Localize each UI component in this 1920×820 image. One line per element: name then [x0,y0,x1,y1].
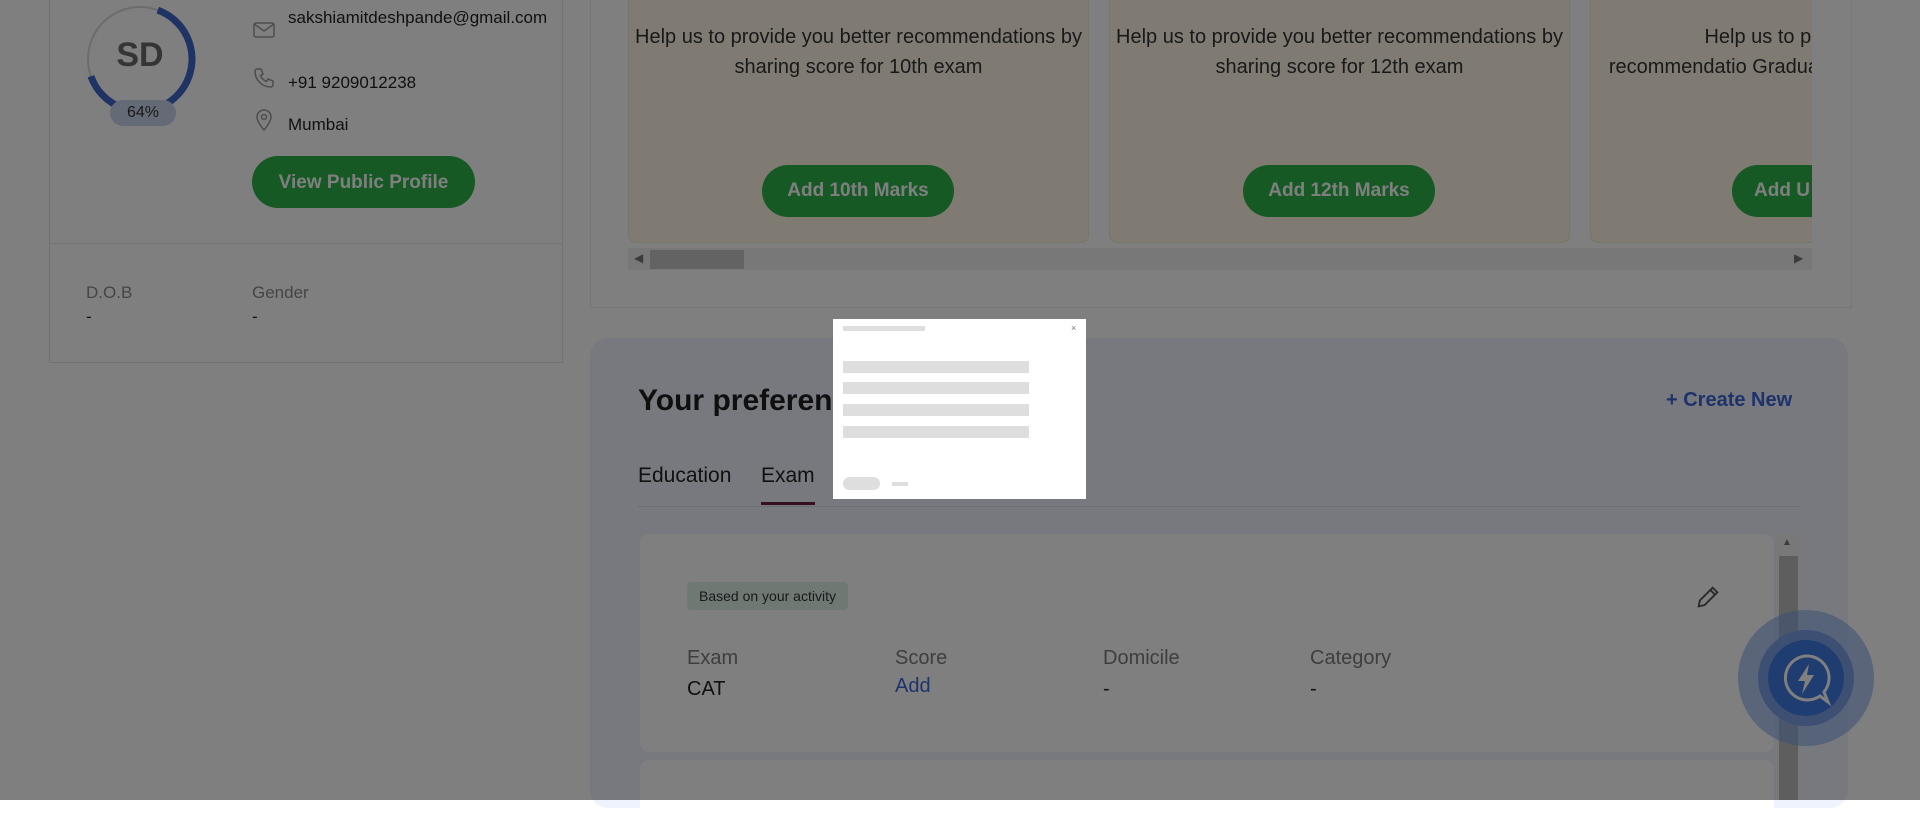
modal-line-skeleton [843,404,1029,416]
modal-title-skeleton [843,326,925,331]
close-icon[interactable]: × [1071,323,1076,333]
modal-button-skeleton[interactable] [843,477,880,490]
modal-line-skeleton [843,361,1029,373]
modal-link-skeleton[interactable] [892,482,908,486]
modal-line-skeleton [843,426,1029,438]
loading-modal: × [833,319,1086,499]
modal-line-skeleton [843,382,1029,394]
